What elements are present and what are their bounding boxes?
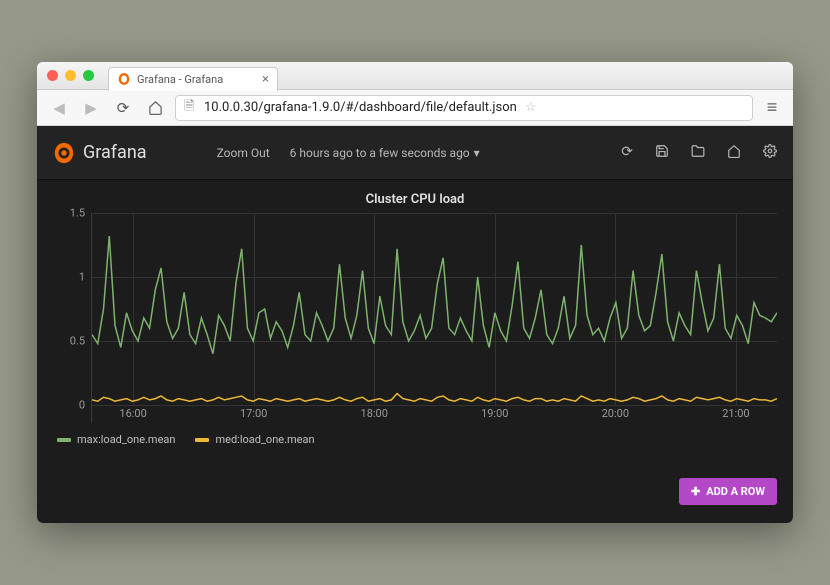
x-tick-label: 20:00 xyxy=(602,407,629,420)
url-text: 10.0.0.30/grafana-1.9.0/#/dashboard/file… xyxy=(204,100,517,115)
y-tick-label: 1 xyxy=(79,271,85,284)
zoom-out-link[interactable]: Zoom Out xyxy=(217,146,270,160)
x-tick-label: 19:00 xyxy=(481,407,508,420)
chart-area[interactable]: 00.511.5 16:0017:0018:0019:0020:0021:00 xyxy=(53,213,777,423)
x-tick-label: 16:00 xyxy=(119,407,146,420)
grafana-favicon xyxy=(117,72,131,86)
refresh-icon[interactable]: ⟳ xyxy=(621,144,633,162)
browser-window: Grafana - Grafana × ◀ ▶ ⟳ 🗎 10.0.0.30/gr… xyxy=(37,62,793,523)
grafana-logo-icon xyxy=(53,142,75,164)
add-row-button[interactable]: ✚ ADD A ROW xyxy=(679,478,777,505)
x-tick-label: 18:00 xyxy=(361,407,388,420)
y-tick-label: 0 xyxy=(79,399,85,412)
caret-down-icon: ▾ xyxy=(474,146,480,160)
panel-footer: ✚ ADD A ROW xyxy=(37,466,793,523)
timerange-picker[interactable]: 6 hours ago to a few seconds ago ▾ xyxy=(290,146,480,160)
bookmark-star-icon[interactable]: ☆ xyxy=(525,100,537,115)
y-axis: 00.511.5 xyxy=(53,213,91,423)
home-button[interactable] xyxy=(143,96,167,120)
close-window-button[interactable] xyxy=(47,70,58,81)
x-axis: 16:00 17:00 18:00 19:00 20:00 21:00 xyxy=(92,407,777,423)
legend-label: med:load_one.mean xyxy=(215,433,314,446)
traffic-lights xyxy=(47,70,94,81)
series-line xyxy=(92,394,777,402)
legend-item[interactable]: max:load_one.mean xyxy=(57,433,175,446)
x-tick-label: 17:00 xyxy=(240,407,267,420)
legend-swatch xyxy=(195,438,209,442)
browser-menu-icon[interactable]: ≡ xyxy=(761,97,783,118)
legend-item[interactable]: med:load_one.mean xyxy=(195,433,314,446)
brand-name: Grafana xyxy=(83,142,147,163)
add-row-label: ADD A ROW xyxy=(706,485,765,498)
legend-swatch xyxy=(57,438,71,442)
save-icon[interactable] xyxy=(655,144,669,162)
legend-label: max:load_one.mean xyxy=(77,433,175,446)
timerange-label: 6 hours ago to a few seconds ago xyxy=(290,146,470,160)
tab-title: Grafana - Grafana xyxy=(137,73,223,86)
y-tick-label: 0.5 xyxy=(70,335,85,348)
forward-button[interactable]: ▶ xyxy=(79,96,103,120)
browser-tab[interactable]: Grafana - Grafana × xyxy=(108,67,278,91)
header-actions: ⟳ xyxy=(621,144,777,162)
gridline-h xyxy=(92,405,777,406)
plot-area: 16:00 17:00 18:00 19:00 20:00 21:00 xyxy=(91,213,777,423)
x-tick-label: 21:00 xyxy=(722,407,749,420)
grafana-app: Grafana Zoom Out 6 hours ago to a few se… xyxy=(37,126,793,523)
panel-title: Cluster CPU load xyxy=(53,192,777,207)
zoom-window-button[interactable] xyxy=(83,70,94,81)
legend: max:load_one.mean med:load_one.mean xyxy=(53,423,777,450)
chart-panel: Cluster CPU load 0 0.5 1 1.5 16:00 17:00 18:0… xyxy=(37,180,793,466)
app-header: Grafana Zoom Out 6 hours ago to a few se… xyxy=(37,126,793,180)
folder-open-icon[interactable] xyxy=(691,144,705,162)
close-tab-icon[interactable]: × xyxy=(262,72,269,87)
plus-icon: ✚ xyxy=(691,485,700,498)
address-bar[interactable]: 🗎 10.0.0.30/grafana-1.9.0/#/dashboard/fi… xyxy=(175,95,753,121)
home-icon[interactable] xyxy=(727,144,741,162)
window-titlebar: Grafana - Grafana × xyxy=(37,62,793,90)
brand[interactable]: Grafana xyxy=(53,142,147,164)
y-tick-label: 1.5 xyxy=(70,207,85,220)
back-button[interactable]: ◀ xyxy=(47,96,71,120)
reload-button[interactable]: ⟳ xyxy=(111,96,135,120)
series-line xyxy=(92,236,777,354)
browser-toolbar: ◀ ▶ ⟳ 🗎 10.0.0.30/grafana-1.9.0/#/dashbo… xyxy=(37,90,793,126)
page-icon: 🗎 xyxy=(184,97,198,119)
gear-icon[interactable] xyxy=(763,144,777,162)
minimize-window-button[interactable] xyxy=(65,70,76,81)
